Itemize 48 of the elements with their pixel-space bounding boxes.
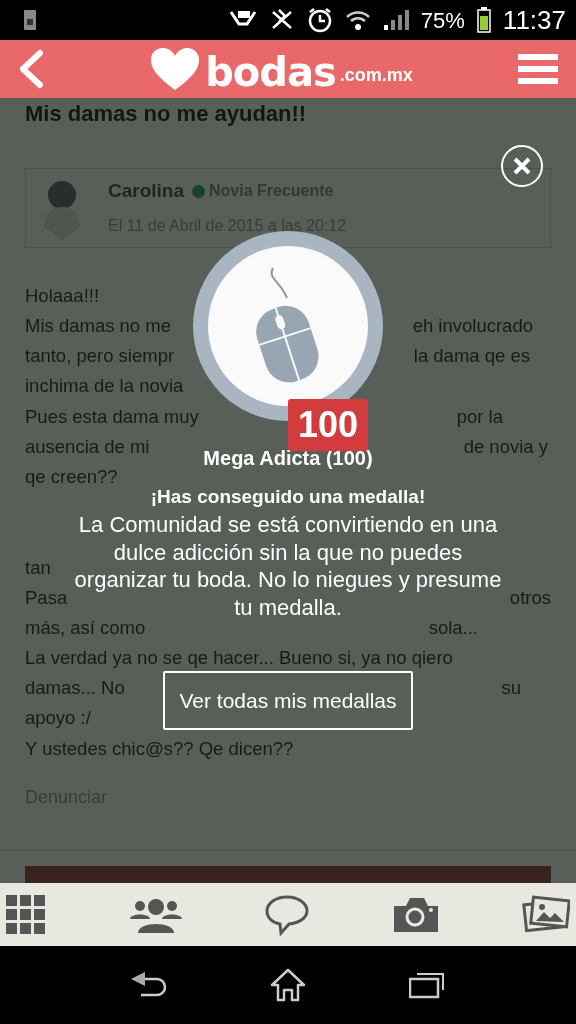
camera-icon[interactable]	[392, 895, 440, 934]
post-text-fragment: La verdad ya no se qe hacer... Bueno si, ya no qiero	[25, 649, 453, 668]
logo-text: bodas	[205, 52, 336, 92]
sim-card-icon	[22, 9, 38, 31]
post-text-fragment: la dama qe es	[413, 347, 530, 366]
heart-icon	[149, 46, 202, 92]
post-text-fragment: damas... No	[25, 679, 125, 698]
logo-domain: .com.mx	[339, 64, 413, 87]
signal-icon	[382, 8, 409, 32]
thread-title: Mis damas no me ayudan!!	[25, 100, 308, 128]
post-text-fragment: inchima de la novia	[25, 377, 184, 396]
back-button[interactable]	[18, 49, 44, 89]
post-text-fragment: de novia y	[463, 437, 548, 457]
post-text-fragment: su	[501, 679, 521, 698]
photos-icon[interactable]	[522, 894, 570, 935]
medal-count: 100	[288, 399, 369, 451]
post-text-fragment: Holaaa!!!	[25, 286, 100, 306]
battery-percent: 75%	[420, 6, 465, 35]
post-text-fragment: Y ustedes chic@s?? Qe dicen??	[25, 739, 294, 759]
recent-apps-icon[interactable]	[408, 971, 445, 999]
post-text-fragment: otros	[509, 588, 551, 608]
post-text-fragment: eh involucrado	[412, 317, 533, 336]
post-text-fragment: tan	[25, 558, 51, 578]
home-icon[interactable]	[270, 968, 306, 1002]
post-text-fragment: Mis damas no me	[25, 317, 171, 336]
medal-headline: ¡Has conseguido una medalla!	[150, 485, 426, 509]
post-text-fragment: ausencia de mi	[25, 437, 150, 457]
wifi-icon	[344, 8, 371, 32]
post-text-fragment: por la	[456, 407, 503, 427]
alarm-icon	[306, 7, 333, 33]
back-icon[interactable]	[131, 971, 168, 999]
all-medals-button[interactable]: Ver todas mis medallas	[163, 671, 413, 730]
post-text-fragment: qe creen??	[25, 467, 118, 487]
post-text-fragment: Pues esta dama muy	[25, 407, 199, 427]
grid-icon[interactable]	[6, 894, 48, 935]
chat-bubble-icon[interactable]	[264, 893, 310, 936]
medal-message: La Comunidad se está convirtiendo en una dulce adicción sin la que no puedes organizar tu boda. No lo niegues y presume tu medalla.	[73, 511, 503, 621]
close-icon	[512, 156, 532, 176]
people-icon[interactable]	[130, 896, 182, 933]
menu-button[interactable]	[518, 52, 558, 86]
close-button[interactable]	[501, 145, 543, 187]
post-text-fragment: sola...	[428, 618, 478, 638]
post-text-fragment: tanto, pero siempr	[25, 347, 175, 366]
post-text-fragment: apoyo :/	[25, 709, 91, 728]
post-text-fragment: más, así como	[25, 618, 146, 638]
battery-icon	[476, 7, 491, 33]
post-text-fragment: Pasa	[25, 588, 68, 608]
clock: 11:37	[502, 3, 566, 37]
